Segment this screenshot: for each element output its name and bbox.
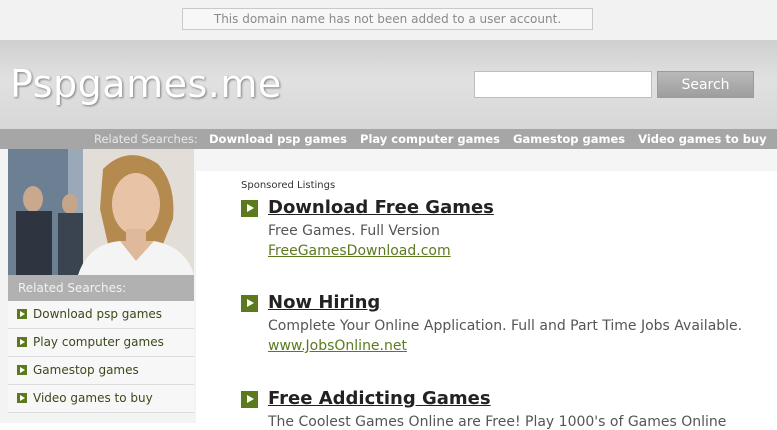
sidebar-item-label[interactable]: Play computer games: [33, 329, 164, 356]
site-header: Pspgames.me Search: [0, 40, 777, 129]
sidebar-item-play-computer-games[interactable]: Play computer games: [8, 329, 194, 357]
related-link-gamestop-games[interactable]: Gamestop games: [513, 132, 625, 146]
businesswoman-photo-illustration: [8, 149, 194, 275]
related-searches-label: Related Searches:: [94, 132, 198, 146]
sidebar-item-gamestop-games[interactable]: Gamestop games: [8, 357, 194, 385]
play-bullet-icon: [17, 365, 27, 375]
play-bullet-icon: [17, 393, 27, 403]
related-link-play-computer-games[interactable]: Play computer games: [360, 132, 500, 146]
sidebar-item-download-psp-games[interactable]: Download psp games: [8, 301, 194, 329]
search-button[interactable]: Search: [657, 71, 754, 98]
listing-description: Complete Your Online Application. Full a…: [268, 318, 743, 334]
related-link-video-games-to-buy[interactable]: Video games to buy: [638, 132, 767, 146]
main-top-band: [196, 149, 777, 171]
related-searches-bar: Related Searches: Download psp games Play…: [0, 129, 777, 149]
play-arrow-icon[interactable]: [241, 200, 258, 217]
play-arrow-icon[interactable]: [241, 391, 258, 408]
search-input[interactable]: [474, 71, 652, 98]
related-link-download-psp-games[interactable]: Download psp games: [209, 132, 347, 146]
domain-notice: This domain name has not been added to a…: [182, 8, 593, 30]
sidebar-item-video-games-to-buy[interactable]: Video games to buy: [8, 385, 194, 413]
play-arrow-icon[interactable]: [241, 295, 258, 312]
main-content: Sponsored Listings Download Free Games F…: [196, 149, 777, 430]
listing-title[interactable]: Free Addicting Games: [268, 388, 491, 409]
sidebar: Related Searches: Download psp games Pla…: [0, 149, 196, 423]
sidebar-item-label[interactable]: Gamestop games: [33, 357, 139, 384]
listing-title[interactable]: Download Free Games: [268, 197, 494, 218]
listing-url[interactable]: FreeGamesDownload.com: [268, 243, 451, 259]
listing-description: Free Games. Full Version: [268, 223, 440, 239]
play-bullet-icon: [17, 309, 27, 319]
sidebar-item-label[interactable]: Video games to buy: [33, 385, 153, 412]
sidebar-related-list: Download psp games Play computer games G…: [8, 301, 194, 413]
sidebar-related-heading: Related Searches:: [8, 275, 194, 301]
domain-notice-bar: This domain name has not been added to a…: [0, 0, 777, 40]
site-title[interactable]: Pspgames.me: [10, 62, 282, 106]
listing-url[interactable]: www.JobsOnline.net: [268, 338, 407, 354]
sidebar-item-label[interactable]: Download psp games: [33, 301, 162, 328]
play-bullet-icon: [17, 337, 27, 347]
sponsored-listings-label: Sponsored Listings: [241, 180, 336, 191]
listing-title[interactable]: Now Hiring: [268, 292, 380, 313]
stock-photo: [8, 149, 194, 275]
listing-description: The Coolest Games Online are Free! Play …: [268, 414, 727, 430]
